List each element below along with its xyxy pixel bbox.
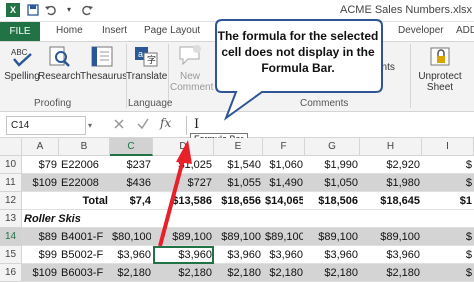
callout-text: The formula for the selected cell does n… [217, 29, 379, 75]
red-arrow-head [176, 140, 192, 164]
red-arrow-shaft [158, 159, 185, 247]
